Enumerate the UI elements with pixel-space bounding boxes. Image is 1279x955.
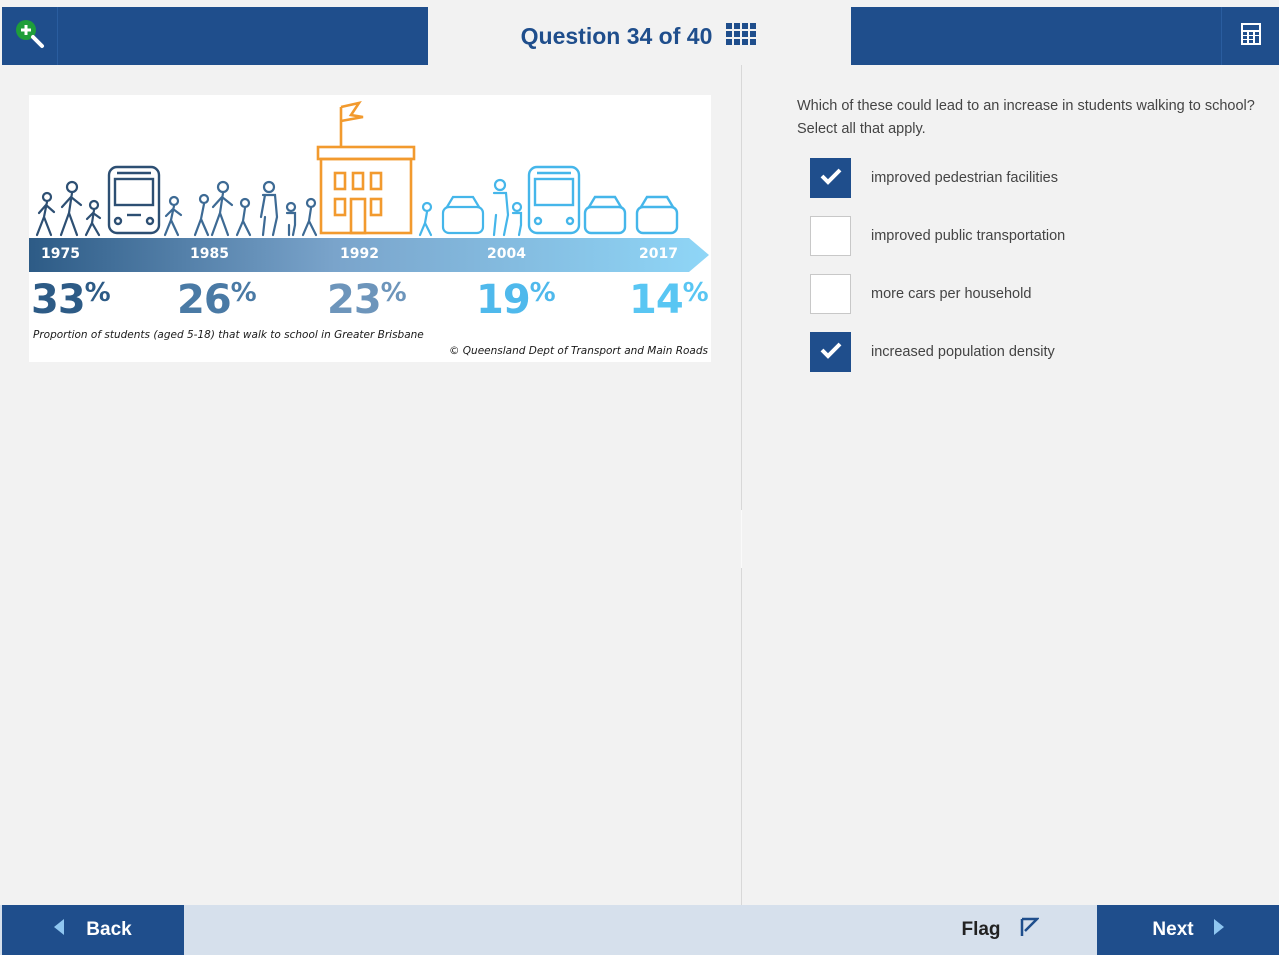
question-panel: Which of these could lead to an increase…: [742, 65, 1279, 905]
flag-button[interactable]: Flag: [940, 905, 1060, 955]
checkbox[interactable]: [810, 274, 851, 314]
next-label: Next: [1152, 919, 1194, 940]
option-label: increased population density: [871, 344, 1055, 360]
percent-value: 14%: [629, 277, 709, 323]
zoom-button[interactable]: [2, 7, 58, 65]
back-button[interactable]: Back: [2, 905, 184, 955]
year-label: 2004: [487, 246, 526, 262]
year-label: 1985: [190, 246, 229, 262]
infographic-caption: Proportion of students (aged 5-18) that …: [33, 329, 424, 341]
option-4[interactable]: increased population density: [810, 332, 1055, 372]
percent-value: 19%: [476, 277, 556, 323]
option-2[interactable]: improved public transportation: [810, 216, 1065, 256]
walking-infographic: 1975 1985 1992 2004 2017 33% 26% 23% 19%…: [29, 95, 711, 362]
checkbox[interactable]: [810, 332, 851, 372]
question-text: Which of these could lead to an increase…: [797, 98, 1255, 137]
option-1[interactable]: improved pedestrian facilities: [810, 158, 1058, 198]
percent-value: 33%: [31, 277, 111, 323]
header-right: [851, 7, 1279, 65]
stimulus-panel: 1975 1985 1992 2004 2017 33% 26% 23% 19%…: [0, 65, 741, 905]
checkbox[interactable]: [810, 158, 851, 198]
option-3[interactable]: more cars per household: [810, 274, 1031, 314]
calculator-button[interactable]: [1221, 7, 1279, 65]
checkbox[interactable]: [810, 216, 851, 256]
option-label: improved pedestrian facilities: [871, 170, 1058, 186]
percent-value: 23%: [327, 277, 407, 323]
flag-label: Flag: [961, 919, 1001, 940]
percent-value: 26%: [177, 277, 257, 323]
back-label: Back: [86, 919, 132, 940]
chevron-right-icon: [1213, 919, 1224, 941]
checkmark-icon: [819, 166, 843, 191]
zoom-in-icon: [13, 17, 47, 56]
flag-icon: [1019, 917, 1040, 943]
checkmark-icon: [819, 340, 843, 365]
header-left: [2, 7, 428, 65]
year-label: 2017: [639, 246, 678, 262]
year-label: 1992: [340, 246, 379, 262]
option-label: improved public transportation: [871, 228, 1066, 244]
question-title: Question 34 of 40: [520, 22, 713, 49]
question-header: Question 34 of 40: [428, 7, 851, 65]
chevron-left-icon: [54, 919, 65, 941]
top-bar: Question 34 of 40: [0, 0, 1279, 65]
question-grid-icon[interactable]: [726, 22, 758, 50]
calculator-icon: [1240, 22, 1261, 50]
next-button[interactable]: Next: [1097, 905, 1279, 955]
bottom-bar: Back Flag Next: [0, 905, 1279, 955]
year-label: 1975: [41, 246, 80, 262]
infographic-credit: © Queensland Dept of Transport and Main …: [448, 345, 708, 357]
option-label: more cars per household: [871, 286, 1032, 302]
